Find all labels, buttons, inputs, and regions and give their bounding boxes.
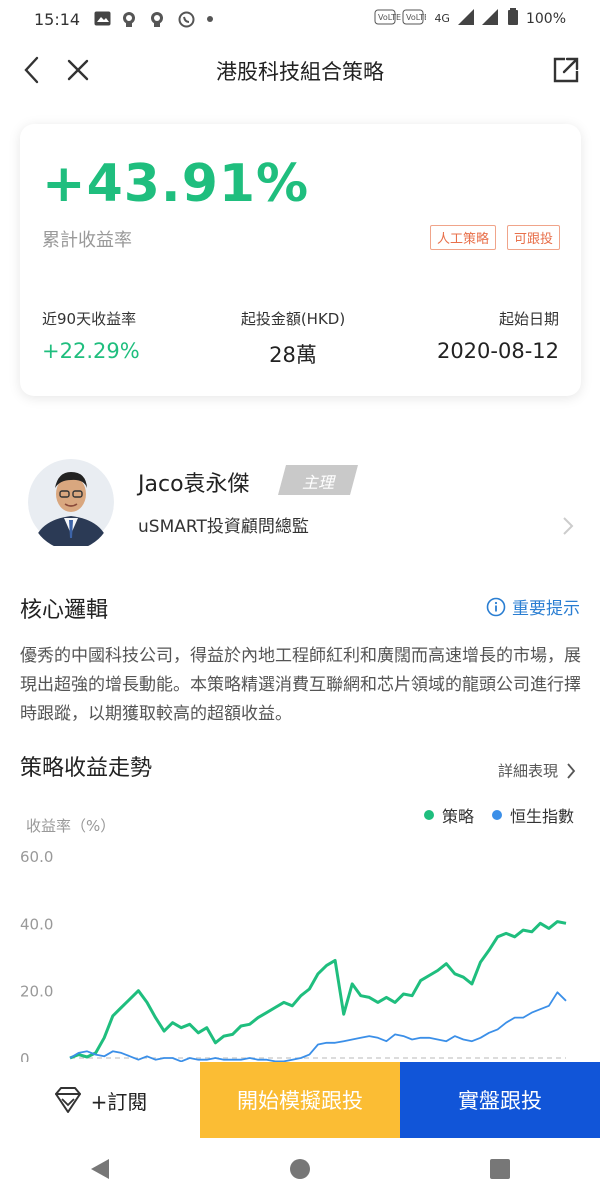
diamond-icon <box>54 1087 81 1113</box>
stat-value: 28萬 <box>269 343 317 367</box>
y-tick-label: 60.0 <box>20 848 53 866</box>
advisor-row[interactable]: Jaco袁永傑 主理 uSMART投資顧問總監 <box>0 450 600 560</box>
system-nav-bar <box>0 1138 600 1200</box>
network-type: 4G <box>434 12 450 25</box>
battery-level: 100% <box>525 10 566 27</box>
stat-90day-return: 近90天收益率 +22.29% <box>42 308 140 363</box>
status-bar: 15:14 VoLTE VoLTE 4G 100% <box>0 0 600 38</box>
stat-min-investment: 起投金額(HKD) 28萬 <box>232 308 354 369</box>
strategy-tags: 人工策略 可跟投 <box>429 225 560 250</box>
subscribe-button[interactable]: +訂閱 <box>0 1062 200 1138</box>
whatsapp-icon <box>178 11 196 28</box>
important-notice-label: 重要提示 <box>512 599 580 619</box>
y-axis-ticks: 60.040.020.00 <box>20 848 53 1068</box>
cumulative-return-value: +43.91% <box>42 154 310 214</box>
stat-label: 起始日期 <box>498 310 559 328</box>
stat-label: 近90天收益率 <box>42 310 137 328</box>
strategy-line <box>69 920 567 1060</box>
tag-manual-strategy: 人工策略 <box>429 225 496 250</box>
cumulative-return-label: 累計收益率 <box>42 230 132 251</box>
detail-performance-label: 詳細表現 <box>497 762 558 780</box>
stat-start-date: 起始日期 2020-08-12 <box>437 308 559 363</box>
svg-text:VoLTE: VoLTE <box>378 13 401 22</box>
chevron-right-icon <box>563 517 574 535</box>
notification-app-icon <box>122 11 140 27</box>
advisor-name: Jaco袁永傑 <box>138 472 250 497</box>
hsi-line <box>69 991 567 1063</box>
y-tick-label: 20.0 <box>20 983 53 1001</box>
start-simulation-button[interactable]: 開始模擬跟投 <box>200 1062 400 1138</box>
stat-value: 2020-08-12 <box>436 339 559 363</box>
signal-icon <box>457 8 500 29</box>
nav-back-icon[interactable] <box>89 1158 111 1180</box>
manager-badge: 主理 <box>278 465 358 495</box>
battery-icon <box>507 8 518 29</box>
advisor-title: uSMART投資顧問總監 <box>138 517 309 537</box>
return-trend-chart: 收益率（%） 60.0 40.0 20.0 0 <box>0 812 600 1068</box>
status-time: 15:14 <box>34 9 81 29</box>
stat-value: +22.29% <box>42 339 140 363</box>
strategy-description: 優秀的中國科技公司，得益於內地工程師紅利和廣闊而高速增長的市場，展現出超強的增長… <box>20 646 581 724</box>
info-icon <box>486 597 506 616</box>
manager-badge-label: 主理 <box>301 473 334 492</box>
return-summary-card: +43.91% 累計收益率 人工策略 可跟投 近90天收益率 +22.29% 起… <box>20 124 581 396</box>
important-notice-link[interactable]: 重要提示 <box>486 594 580 619</box>
stat-label: 起投金額(HKD) <box>240 310 346 328</box>
share-button[interactable] <box>548 52 584 88</box>
y-axis-label: 收益率（%） <box>26 817 115 835</box>
y-tick-label: 40.0 <box>20 915 53 933</box>
trend-title: 策略收益走勢 <box>20 756 153 781</box>
chart-series <box>69 920 567 1063</box>
chevron-right-icon <box>567 762 576 779</box>
subscribe-label: +訂閱 <box>90 1089 148 1114</box>
chart-svg: 收益率（%） 60.040.020.00 <box>20 817 567 1068</box>
detail-performance-link[interactable]: 詳細表現 <box>498 760 576 781</box>
page-title: 港股科技組合策略 <box>216 60 384 84</box>
nav-recents-icon[interactable] <box>489 1158 511 1180</box>
notification-app-icon-2 <box>150 11 168 27</box>
svg-text:VoLTE: VoLTE <box>406 13 426 22</box>
gallery-icon <box>94 11 112 27</box>
more-dot-icon <box>206 11 224 27</box>
external-share-icon <box>553 57 579 83</box>
top-bar: 港股科技組合策略 <box>0 38 600 102</box>
core-logic-title: 核心邏輯 <box>20 598 109 623</box>
tag-followable: 可跟投 <box>506 225 560 250</box>
real-trade-button[interactable]: 實盤跟投 <box>400 1062 600 1138</box>
bottom-action-bar: +訂閱 開始模擬跟投 實盤跟投 <box>0 1062 600 1138</box>
nav-home-icon[interactable] <box>289 1158 311 1180</box>
avatar <box>28 454 114 550</box>
volte-icon: VoLTE VoLTE <box>374 9 429 29</box>
